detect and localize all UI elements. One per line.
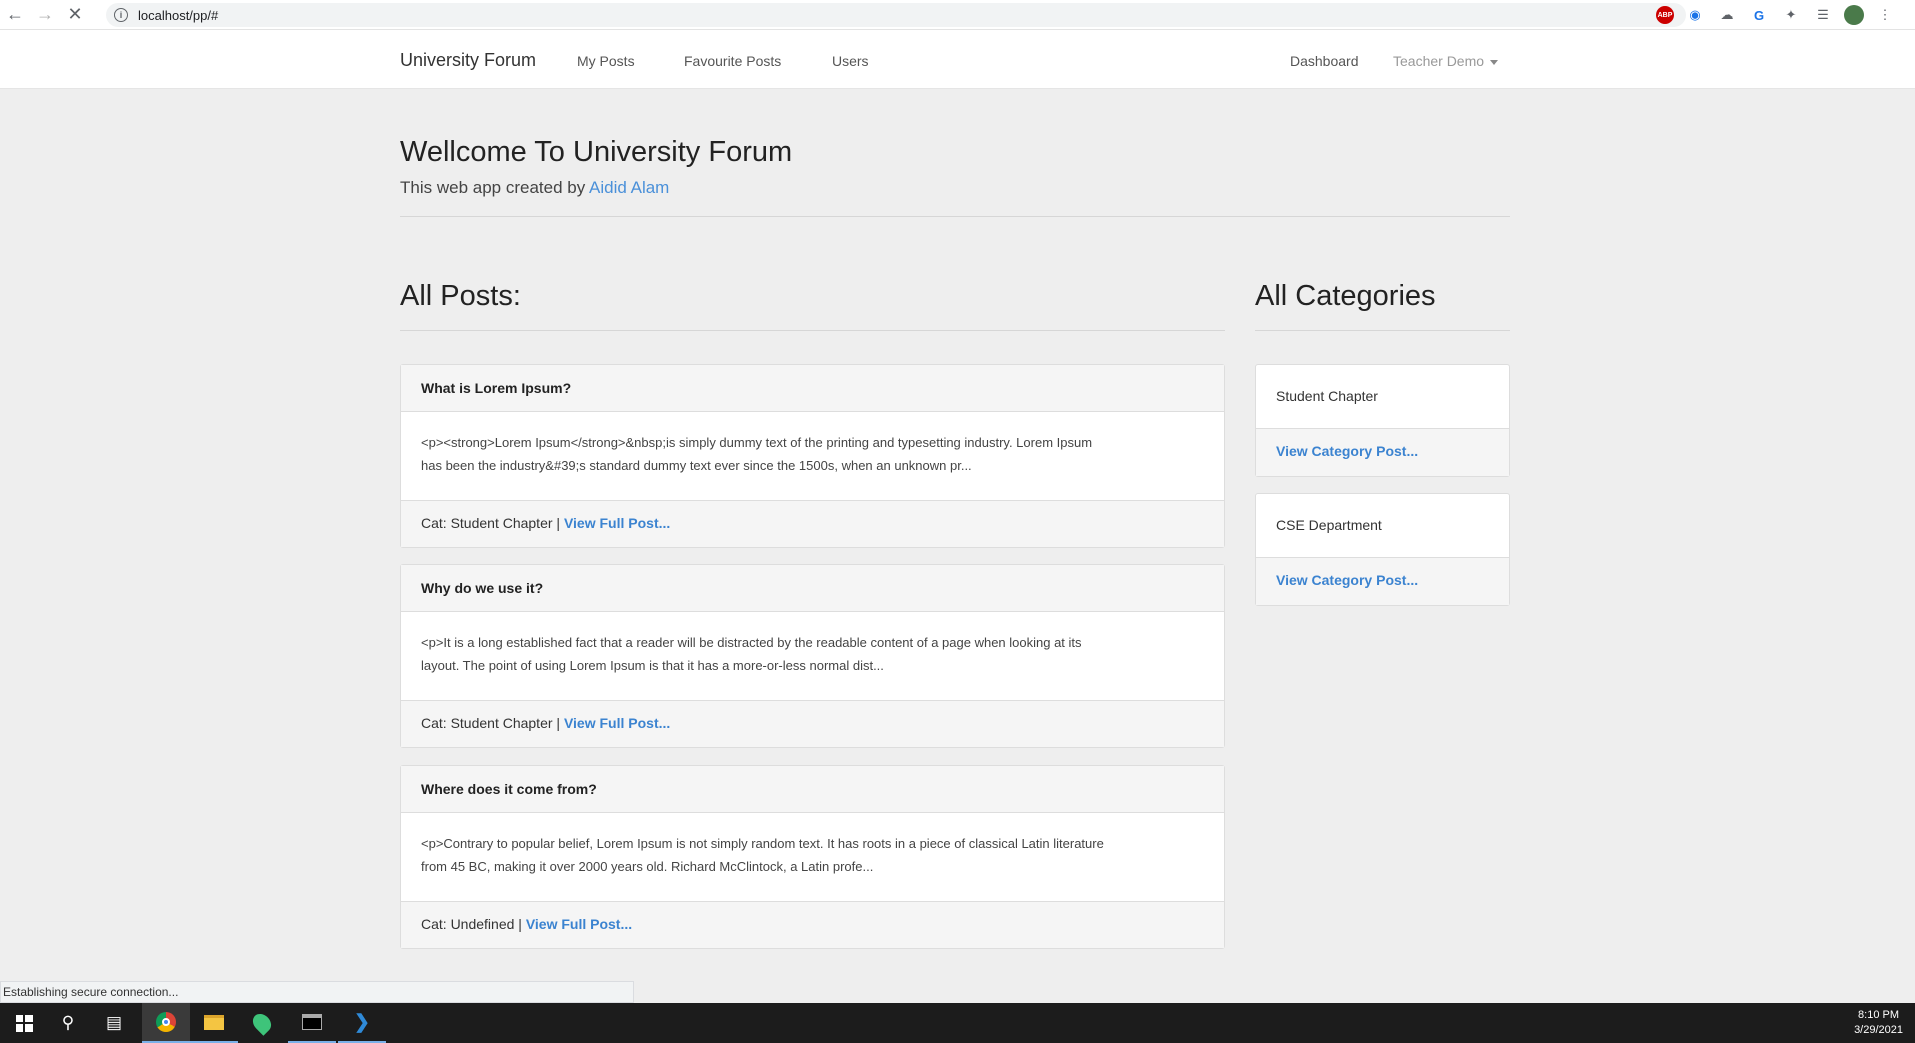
- excerpt-line: from 45 BC, making it over 2000 years ol…: [421, 859, 874, 874]
- vscode-icon[interactable]: ❯: [338, 1003, 386, 1043]
- user-menu-dropdown[interactable]: Teacher Demo: [1393, 53, 1499, 69]
- category-footer: View Category Post...: [1256, 429, 1509, 476]
- category-footer: View Category Post...: [1256, 558, 1509, 605]
- url-text: localhost/pp/#: [138, 7, 219, 23]
- camera-icon[interactable]: ◉: [1684, 4, 1706, 26]
- category-card: CSE Department View Category Post...: [1255, 493, 1510, 606]
- brand-link[interactable]: University Forum: [400, 50, 536, 71]
- view-full-post-link[interactable]: View Full Post...: [564, 715, 670, 731]
- nav-favourite-posts[interactable]: Favourite Posts: [684, 53, 781, 69]
- nav-my-posts[interactable]: My Posts: [577, 53, 635, 69]
- system-clock[interactable]: 8:10 PM 3/29/2021: [1854, 1008, 1903, 1038]
- page-subtitle: This web app created by Aidid Alam: [400, 178, 669, 198]
- view-full-post-link[interactable]: View Full Post...: [564, 515, 670, 531]
- post-card: Where does it come from? <p>Contrary to …: [400, 765, 1225, 949]
- excerpt-line: <p>Contrary to popular belief, Lorem Ips…: [421, 836, 1104, 851]
- reload-icon[interactable]: ✕: [60, 0, 90, 30]
- browser-toolbar: ← → ✕ i localhost/pp/# ☆ ABP ◉ ☁ G ✦ ☰ ⋮: [0, 0, 1915, 30]
- cloud-icon[interactable]: ☁: [1716, 4, 1738, 26]
- categories-heading: All Categories: [1255, 280, 1436, 312]
- clock-date: 3/29/2021: [1854, 1024, 1903, 1036]
- category-name: Student Chapter: [1256, 365, 1509, 429]
- forward-icon[interactable]: →: [30, 0, 60, 30]
- view-full-post-link[interactable]: View Full Post...: [526, 916, 632, 932]
- chrome-icon[interactable]: [142, 1003, 190, 1043]
- search-icon[interactable]: ⚲: [44, 1003, 92, 1043]
- divider: [1255, 330, 1510, 331]
- user-menu-label: Teacher Demo: [1393, 53, 1485, 69]
- task-view-icon[interactable]: ▤: [90, 1003, 138, 1043]
- post-card: What is Lorem Ipsum? <p><strong>Lorem Ip…: [400, 364, 1225, 548]
- info-icon[interactable]: i: [114, 8, 128, 22]
- terminal-icon[interactable]: [288, 1003, 336, 1043]
- windows-start-icon[interactable]: [0, 1003, 48, 1043]
- playlist-icon[interactable]: ☰: [1812, 4, 1834, 26]
- post-title: Why do we use it?: [401, 565, 1224, 612]
- page-title: Wellcome To University Forum: [400, 136, 793, 168]
- view-category-link[interactable]: View Category Post...: [1276, 572, 1418, 588]
- back-icon[interactable]: ←: [0, 0, 30, 30]
- excerpt-line: <p><strong>Lorem Ipsum</strong>&nbsp;is …: [421, 435, 1093, 450]
- folder-icon[interactable]: [190, 1003, 238, 1043]
- category-name: CSE Department: [1256, 494, 1509, 558]
- post-title: What is Lorem Ipsum?: [401, 365, 1224, 412]
- view-category-link[interactable]: View Category Post...: [1276, 443, 1418, 459]
- browser-status-bar: Establishing secure connection...: [0, 981, 634, 1003]
- post-category: Cat: Student Chapter |: [421, 515, 561, 531]
- more-icon[interactable]: ⋮: [1874, 4, 1896, 26]
- post-excerpt: <p><strong>Lorem Ipsum</strong>&nbsp;is …: [401, 412, 1224, 500]
- post-excerpt: <p>Contrary to popular belief, Lorem Ips…: [401, 813, 1224, 901]
- excerpt-line: has been the industry&#39;s standard dum…: [421, 458, 972, 473]
- excerpt-line: <p>It is a long established fact that a …: [421, 635, 1082, 650]
- windows-taskbar: ⚲ ▤ ❯ 8:10 PM 3/29/2021: [0, 1003, 1915, 1043]
- divider: [400, 216, 1510, 217]
- category-card: Student Chapter View Category Post...: [1255, 364, 1510, 477]
- nav-users[interactable]: Users: [832, 53, 869, 69]
- post-title: Where does it come from?: [401, 766, 1224, 813]
- excerpt-line: layout. The point of using Lorem Ipsum i…: [421, 658, 884, 673]
- post-excerpt: <p>It is a long established fact that a …: [401, 612, 1224, 700]
- nav-dashboard[interactable]: Dashboard: [1290, 53, 1359, 69]
- post-footer: Cat: Undefined | View Full Post...: [401, 901, 1224, 948]
- adblock-icon[interactable]: ABP: [1656, 6, 1674, 24]
- post-category: Cat: Student Chapter |: [421, 715, 561, 731]
- post-category: Cat: Undefined |: [421, 916, 522, 932]
- clock-time: 8:10 PM: [1858, 1009, 1900, 1021]
- posts-heading: All Posts:: [400, 280, 521, 312]
- address-bar[interactable]: i localhost/pp/# ☆: [106, 3, 1686, 27]
- profile-icon[interactable]: [1844, 5, 1864, 25]
- maps-icon[interactable]: [238, 1003, 286, 1043]
- translate-icon[interactable]: G: [1748, 4, 1770, 26]
- divider: [400, 330, 1225, 331]
- site-navbar: University Forum My Posts Favourite Post…: [0, 30, 1915, 89]
- author-link[interactable]: Aidid Alam: [589, 178, 669, 197]
- caret-down-icon: [1490, 59, 1499, 65]
- subtitle-text: This web app created by: [400, 178, 586, 197]
- post-footer: Cat: Student Chapter | View Full Post...: [401, 700, 1224, 747]
- post-footer: Cat: Student Chapter | View Full Post...: [401, 500, 1224, 547]
- extensions-area: ABP ◉ ☁ G ✦ ☰ ⋮: [1656, 4, 1896, 26]
- extensions-icon[interactable]: ✦: [1780, 4, 1802, 26]
- post-card: Why do we use it? <p>It is a long establ…: [400, 564, 1225, 748]
